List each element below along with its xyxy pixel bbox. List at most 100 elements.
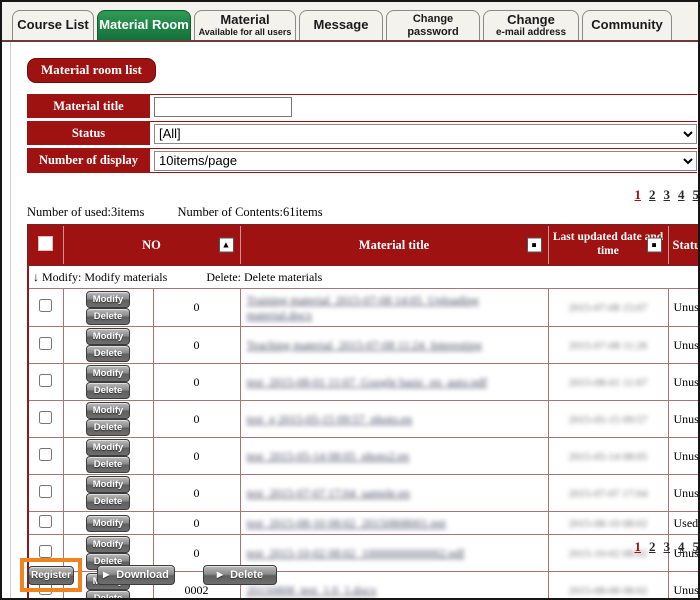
no-cell: 0 (153, 364, 240, 401)
page-link-5[interactable]: 5 (693, 539, 700, 554)
status-header-label: Status (673, 238, 700, 252)
material-title-link[interactable]: Teaching material_2015-07-08 11:24_Inter… (247, 338, 482, 353)
table-row: ModifyDelete0test_2015-07-07 17:04_sampl… (28, 475, 700, 512)
material-title-link[interactable]: test_2015-10-02 08:02_10000000000002.pdf (247, 546, 465, 561)
legend-delete: Delete: Delete materials (206, 270, 322, 284)
tab-label: Message (314, 18, 369, 32)
delete-row-button[interactable]: Delete (86, 382, 130, 399)
row-checkbox[interactable] (39, 411, 52, 424)
modify-row-button[interactable]: Modify (86, 328, 130, 345)
material-title-link[interactable]: test_2015-08-01 11:07_Google basic_en_au… (247, 375, 488, 390)
table-row: ModifyDelete0Training material_2015-07-0… (28, 289, 700, 327)
tab-material-room[interactable]: Material Room (97, 10, 191, 40)
row-actions-cell: ModifyDelete (63, 289, 153, 327)
play-icon: ▶ (217, 571, 223, 579)
no-header-label: NO (142, 238, 161, 252)
page-link-2[interactable]: 2 (649, 539, 656, 554)
select-all-checkbox[interactable] (38, 236, 53, 251)
material-title-label: Material title (27, 95, 150, 118)
delete-row-button[interactable]: Delete (86, 308, 130, 325)
delete-row-button[interactable]: Delete (86, 493, 130, 510)
material-title-link[interactable]: test_2015-07-07 17:04_sample.en (247, 486, 410, 501)
row-actions-cell: ModifyDelete (63, 327, 153, 364)
row-actions-cell: ModifyDelete (63, 401, 153, 438)
material-title-link[interactable]: test_2015-05-14 08:05_photo2.en (247, 449, 410, 464)
table-row: ModifyDelete0test_2015-08-01 11:07_Googl… (28, 364, 700, 401)
updated-date: 2015-08-08 08:02 (568, 585, 647, 597)
counts-bar: Number of used:3items Number of Contents… (27, 205, 353, 220)
page-link-3[interactable]: 3 (664, 187, 671, 202)
tab-message[interactable]: Message (299, 10, 383, 40)
row-checkbox[interactable] (39, 299, 52, 312)
page-link-4[interactable]: 4 (678, 187, 685, 202)
tab-material-all-users[interactable]: MaterialAvailable for all users (194, 10, 296, 40)
modify-row-button[interactable]: Modify (86, 515, 130, 532)
row-checkbox[interactable] (39, 448, 52, 461)
material-title-link[interactable]: test_2015-08-10 08:02_20150808001.ppt (247, 516, 446, 531)
modify-row-button[interactable]: Modify (86, 536, 130, 553)
row-select-cell (28, 475, 63, 512)
modify-row-button[interactable]: Modify (86, 439, 130, 456)
page-link-1[interactable]: 1 (635, 187, 642, 202)
no-cell: 0 (153, 401, 240, 438)
material-title-input[interactable] (154, 97, 292, 117)
legend-modify: ↓ Modify: Modify materials (33, 270, 167, 284)
delete-row-button[interactable]: Delete (86, 419, 130, 436)
row-checkbox[interactable] (39, 515, 52, 528)
bottom-actions: Register ▶ Download ▶ Delete (20, 558, 277, 592)
title-header-label: Material title (359, 238, 429, 252)
status-select[interactable]: [All] (154, 124, 697, 144)
delete-label: Delete (230, 569, 263, 581)
row-select-cell (28, 364, 63, 401)
number-of-contents: Number of Contents:61items (177, 205, 322, 219)
last-updated-cell: 2015-07-08 11:26 (548, 327, 668, 364)
tab-label: Community (591, 18, 663, 32)
material-title-cell: test_2015-08-10 08:02_20150808001.ppt (240, 512, 548, 535)
number-of-used: Number of used:3items (27, 205, 144, 219)
modify-row-button[interactable]: Modify (86, 291, 130, 308)
sort-icon[interactable]: ■ (647, 238, 662, 253)
status-cell: Unused (668, 438, 700, 475)
page-link-4[interactable]: 4 (678, 539, 685, 554)
row-checkbox[interactable] (39, 337, 52, 350)
modify-row-button[interactable]: Modify (86, 402, 130, 419)
page-link-1[interactable]: 1 (635, 539, 642, 554)
register-button[interactable]: Register (28, 566, 74, 585)
material-title-link[interactable]: test_g 2015-05-15 09:57_photo.en (247, 412, 413, 427)
row-checkbox[interactable] (39, 485, 52, 498)
modify-row-button[interactable]: Modify (86, 476, 130, 493)
sort-icon[interactable]: ■ (527, 238, 542, 253)
items-per-page-select[interactable]: 10items/page (154, 151, 697, 171)
material-title-cell: test_g 2015-05-15 09:57_photo.en (240, 401, 548, 438)
materials-table: NO ▲ Material title ■ Last updated date … (27, 224, 700, 600)
delete-button[interactable]: ▶ Delete (203, 565, 277, 585)
delete-row-button[interactable]: Delete (86, 456, 130, 473)
filter-row-material-title: Material title (27, 94, 697, 118)
delete-row-button[interactable]: Delete (86, 345, 130, 362)
updated-date: 2015-05-15 09:57 (568, 414, 647, 426)
status-cell: Unused (668, 289, 700, 327)
row-checkbox[interactable] (39, 545, 52, 558)
last-updated-cell: 2015-05-15 09:57 (548, 401, 668, 438)
modify-row-button[interactable]: Modify (86, 365, 130, 382)
updated-date: 2015-07-08 15:07 (568, 302, 647, 314)
play-icon: ▶ (103, 571, 109, 579)
filter-row-status: Status [All] (27, 121, 697, 145)
row-select-cell (28, 438, 63, 475)
material-title-link[interactable]: Training material_2015-07-08 14:05_Uploa… (247, 293, 479, 308)
download-button[interactable]: ▶ Download (97, 565, 175, 585)
row-checkbox[interactable] (39, 374, 52, 387)
material-title-link[interactable]: material.docx (247, 308, 313, 323)
row-select-cell (28, 289, 63, 327)
row-actions-cell: ModifyDelete (63, 364, 153, 401)
tab-change-password[interactable]: Change password (386, 10, 480, 40)
row-actions-cell: Modify (63, 512, 153, 535)
sort-ascending-icon[interactable]: ▲ (219, 238, 234, 253)
page-link-2[interactable]: 2 (649, 187, 656, 202)
tab-change-email[interactable]: Changee-mail address (483, 10, 579, 40)
page-link-5[interactable]: 5 (693, 187, 700, 202)
page-link-3[interactable]: 3 (664, 539, 671, 554)
tab-course-list[interactable]: Course List (12, 10, 94, 40)
tab-community[interactable]: Community (582, 10, 672, 40)
row-select-cell (28, 512, 63, 535)
